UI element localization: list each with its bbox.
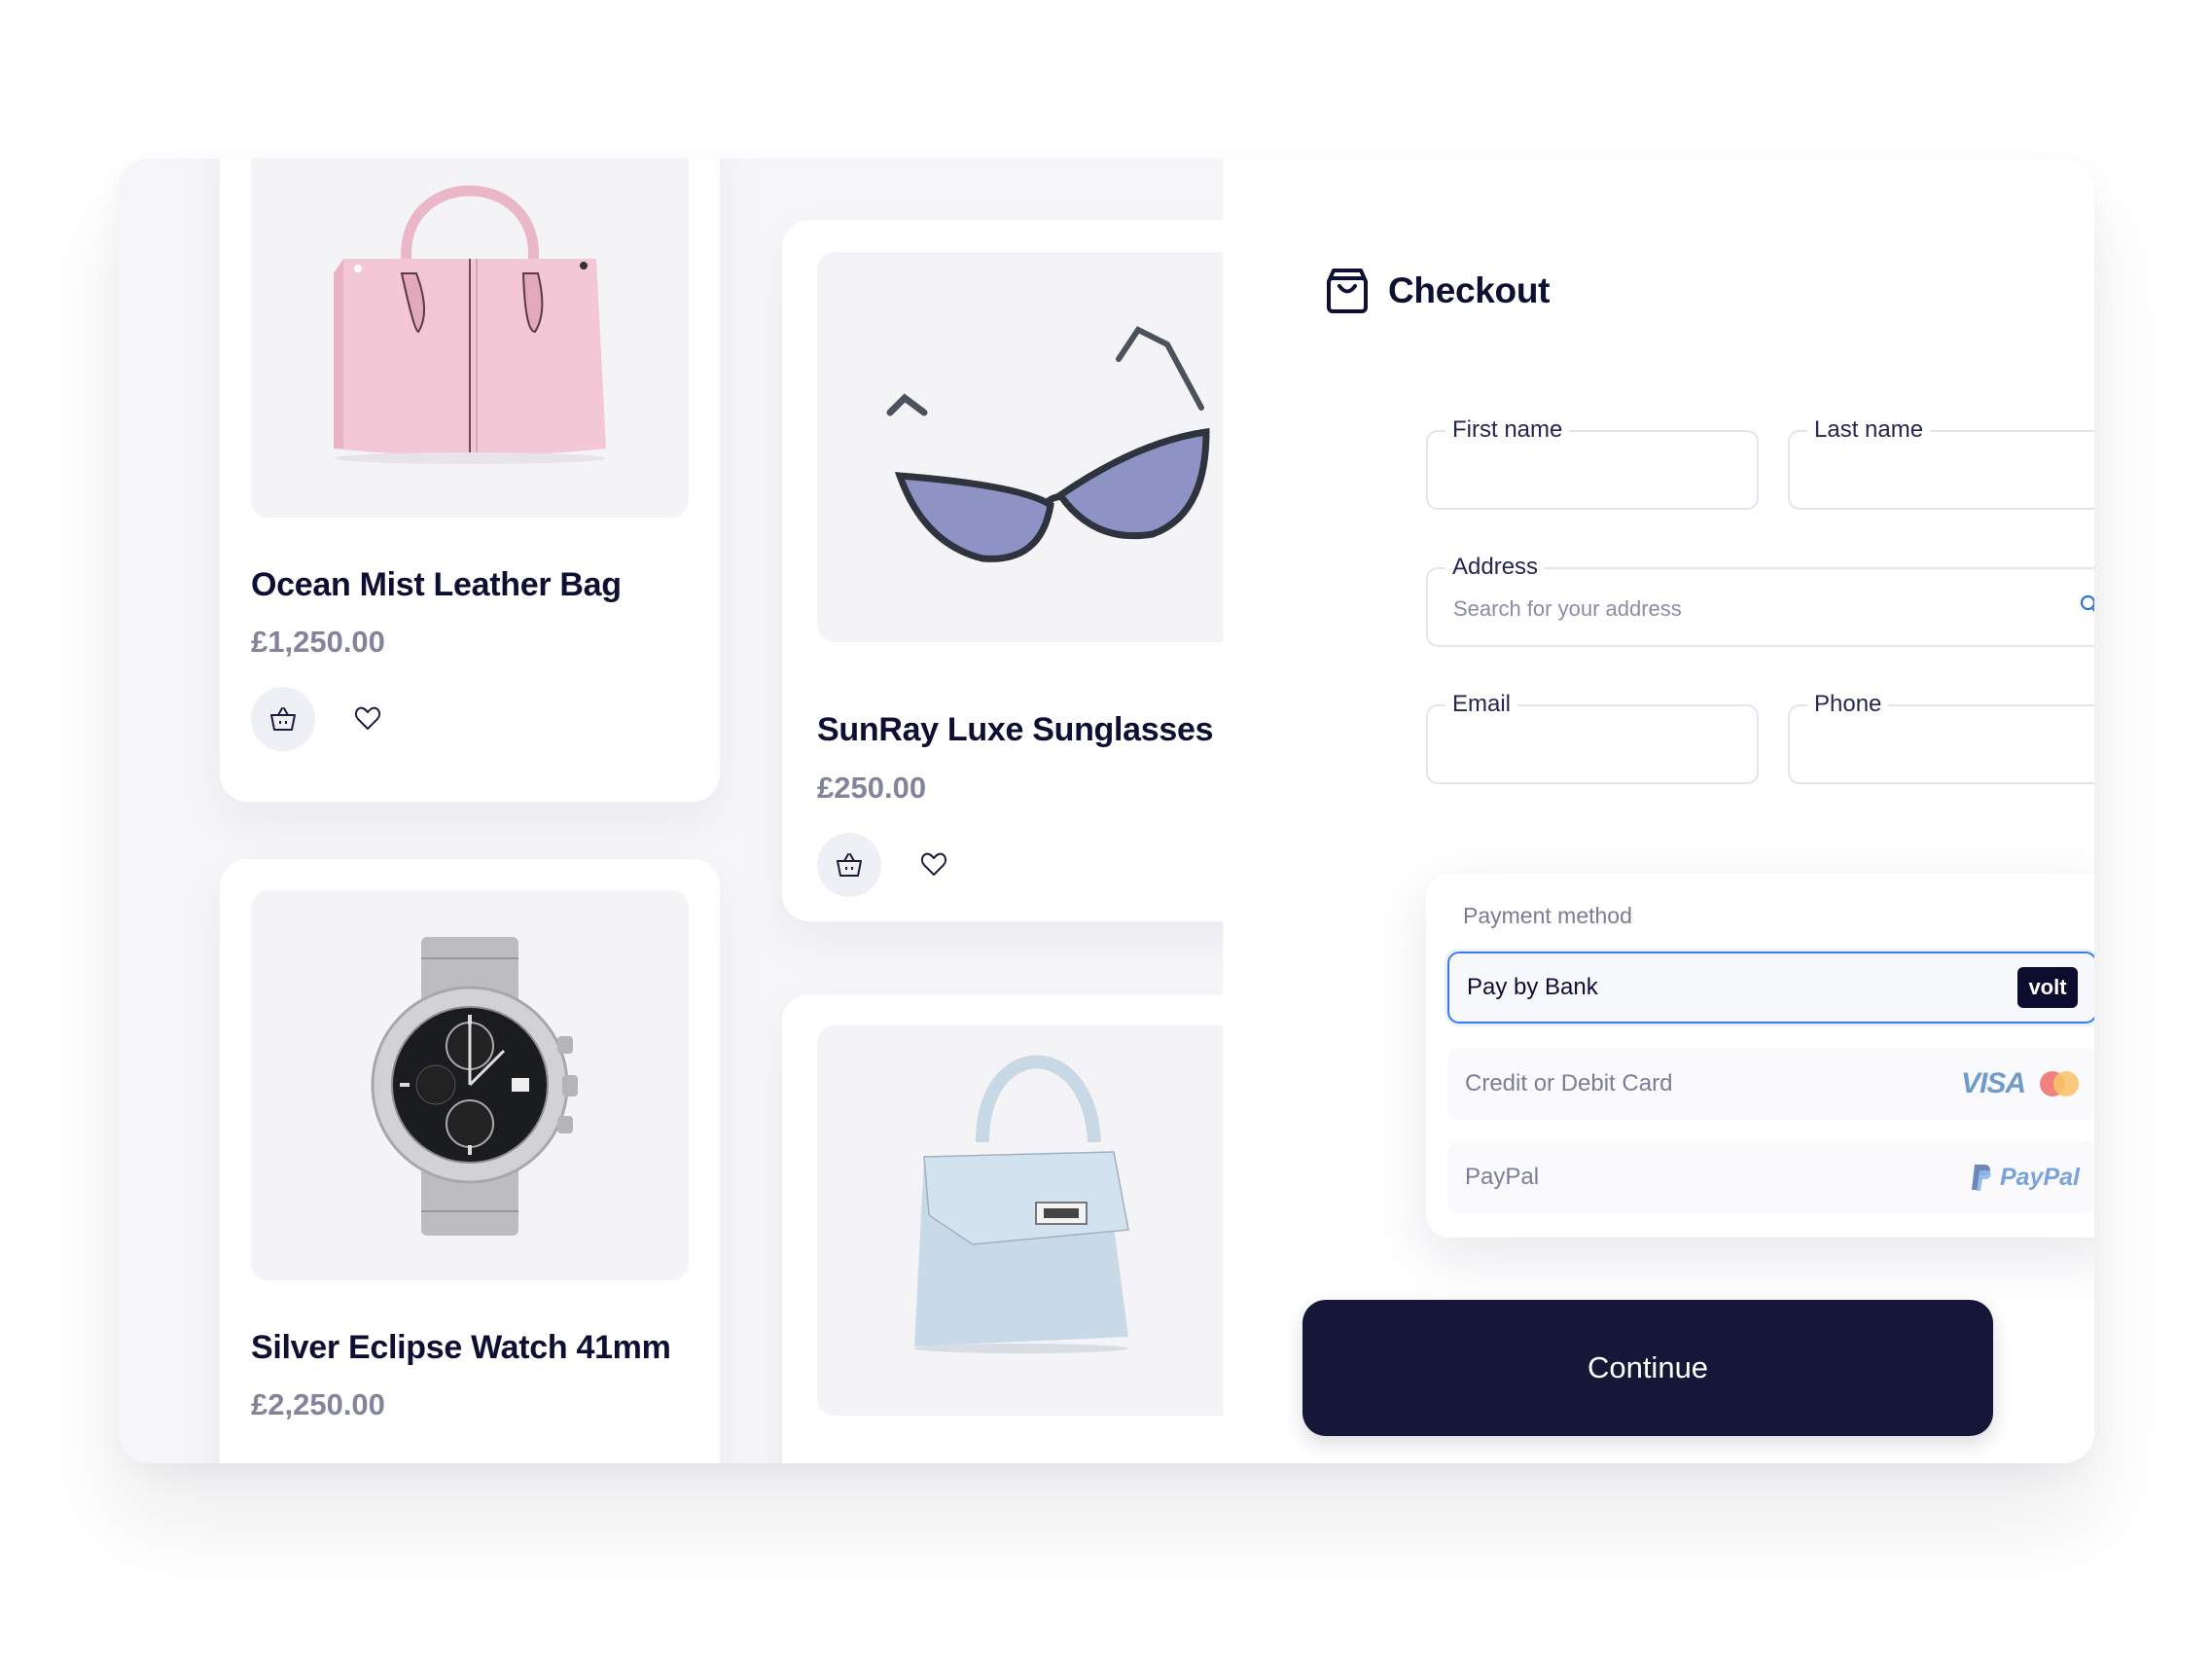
- product-image-pink-handbag[interactable]: [251, 159, 689, 518]
- basket-icon: [270, 707, 296, 731]
- payment-option-pay-by-bank[interactable]: Pay by Bank volt: [1447, 952, 2094, 1024]
- wishlist-button[interactable]: [914, 845, 953, 884]
- checkout-panel: Checkout First name Last name Address Em…: [1223, 159, 2094, 1463]
- phone-input[interactable]: [1813, 728, 2070, 765]
- product-image-light-blue-handbag[interactable]: [817, 1025, 1223, 1416]
- checkout-header: Checkout: [1326, 268, 1550, 314]
- payment-option-paypal[interactable]: PayPal PayPal: [1447, 1141, 2094, 1213]
- blue-handbag-illustration: [914, 1055, 1129, 1353]
- wishlist-button[interactable]: [348, 700, 387, 738]
- first-name-label: First name: [1445, 415, 1570, 445]
- pink-handbag-illustration: [334, 185, 606, 464]
- volt-logo: volt: [2017, 967, 2078, 1008]
- payment-option-label: Credit or Debit Card: [1465, 1070, 1673, 1096]
- email-field[interactable]: Email: [1426, 690, 1759, 784]
- product-price: £250.00: [817, 771, 927, 805]
- heart-icon: [920, 852, 947, 876]
- search-icon[interactable]: [2080, 594, 2094, 616]
- first-name-input[interactable]: [1451, 453, 1708, 490]
- payment-method-section: Payment method Pay by Bank volt Credit o…: [1426, 874, 2094, 1238]
- paypal-icon: [1971, 1165, 1991, 1191]
- product-image-sunglasses[interactable]: [817, 252, 1223, 642]
- last-name-input[interactable]: [1813, 453, 2070, 490]
- visa-logo: VISA: [1960, 1067, 2026, 1099]
- paypal-logo-text: PayPal: [1999, 1163, 2080, 1191]
- product-card[interactable]: Ocean Mist Leather Bag £1,250.00: [220, 159, 720, 802]
- add-to-basket-button[interactable]: [817, 833, 881, 897]
- paypal-logo: PayPal: [1971, 1163, 2080, 1192]
- address-field[interactable]: Address: [1426, 553, 2094, 647]
- mastercard-icon: [2040, 1071, 2079, 1096]
- add-to-basket-button[interactable]: [251, 687, 315, 751]
- heart-icon: [354, 706, 381, 730]
- payment-option-card[interactable]: Credit or Debit Card VISA: [1447, 1048, 2094, 1120]
- product-image-chronograph-watch[interactable]: [251, 890, 689, 1280]
- phone-label: Phone: [1807, 690, 1889, 719]
- shopping-bag-icon: [1327, 269, 1368, 313]
- phone-field[interactable]: Phone: [1788, 690, 2094, 784]
- product-card[interactable]: SunRay Luxe Sunglasses £250.00: [782, 220, 1223, 921]
- sunglasses-illustration: [886, 326, 1210, 562]
- product-title[interactable]: Ocean Mist Leather Bag: [251, 566, 622, 604]
- last-name-field[interactable]: Last name: [1788, 415, 2094, 510]
- continue-button[interactable]: Continue: [1302, 1300, 1993, 1436]
- email-label: Email: [1445, 690, 1518, 719]
- product-price: £1,250.00: [251, 625, 385, 659]
- page-title: Checkout: [1388, 270, 1551, 310]
- watch-illustration: [371, 937, 578, 1236]
- product-grid: Ocean Mist Leather Bag £1,250.00 Silver …: [118, 159, 1223, 1463]
- app-frame: Ocean Mist Leather Bag £1,250.00 Silver …: [118, 159, 2094, 1463]
- payment-option-label: PayPal: [1465, 1164, 1540, 1190]
- last-name-label: Last name: [1807, 415, 1931, 445]
- address-label: Address: [1445, 553, 1546, 582]
- product-title[interactable]: SunRay Luxe Sunglasses: [817, 711, 1214, 749]
- product-card[interactable]: Silver Eclipse Watch 41mm £2,250.00: [220, 859, 720, 1463]
- email-input[interactable]: [1451, 728, 1708, 765]
- card-logos: VISA: [1961, 1067, 2080, 1100]
- address-search-input[interactable]: [1451, 591, 2070, 628]
- basket-icon: [837, 853, 862, 877]
- volt-logo-text: volt: [2017, 967, 2078, 1008]
- product-title[interactable]: Silver Eclipse Watch 41mm: [251, 1329, 671, 1367]
- payment-option-label: Pay by Bank: [1467, 974, 1598, 1000]
- payment-method-label: Payment method: [1463, 903, 1632, 928]
- product-card[interactable]: [782, 994, 1223, 1463]
- first-name-field[interactable]: First name: [1426, 415, 1759, 510]
- product-price: £2,250.00: [251, 1387, 385, 1421]
